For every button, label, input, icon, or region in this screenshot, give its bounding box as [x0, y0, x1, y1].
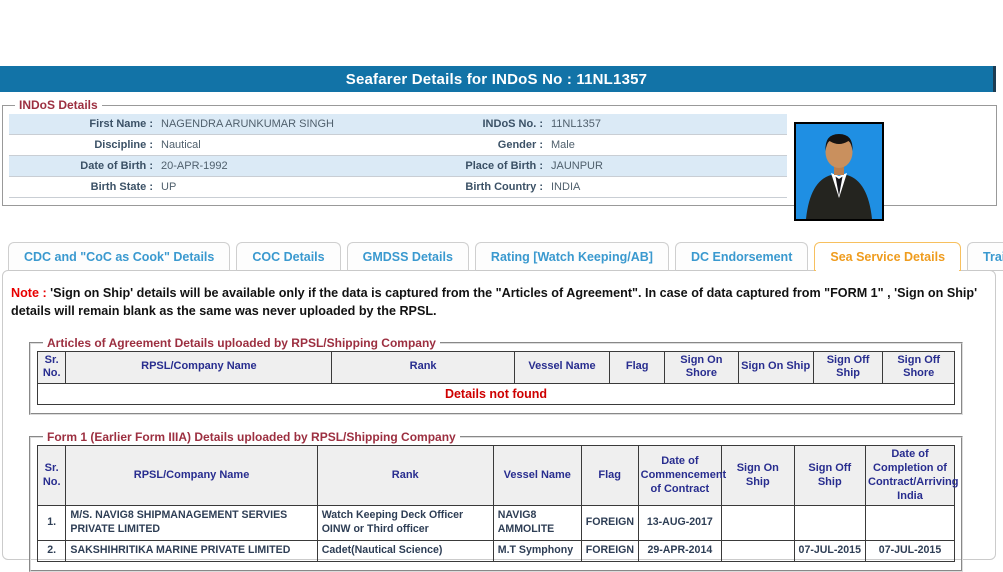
- table-header-cell: Date of Completion of Contract/Arriving …: [865, 445, 958, 507]
- table-cell: [721, 539, 795, 562]
- table-header-cell: Rank: [316, 445, 494, 507]
- detail-label: INDoS No. :: [482, 117, 544, 130]
- detail-value: 20-APR-1992: [161, 159, 228, 172]
- title-bar: Seafarer Details for INDoS No : 11NL1357: [0, 66, 996, 92]
- form1-fieldset: Form 1 (Earlier Form IIIA) Details uploa…: [29, 430, 963, 572]
- detail-row: Birth State : UP Birth Country : INDIA: [9, 177, 787, 198]
- tab-training-details[interactable]: Training Details: [967, 242, 1003, 271]
- tab-cdc-and-coc-as-cook-details[interactable]: CDC and "CoC as Cook" Details: [8, 242, 231, 271]
- indos-details-fieldset: INDoS Details First Name : NAGENDRA ARUNK…: [2, 98, 997, 221]
- seafarer-photo: [794, 122, 884, 221]
- note-text: 'Sign on Ship' details will be available…: [11, 286, 978, 319]
- indos-details-legend: INDoS Details: [19, 98, 98, 112]
- table-header-cell: Sign On Ship: [737, 350, 814, 384]
- table-header-cell: Sign Off Ship: [793, 445, 867, 507]
- table-header-cell: RPSL/Company Name: [65, 350, 333, 384]
- detail-label: First Name :: [89, 117, 153, 130]
- table-header-cell: Sign On Ship: [721, 445, 795, 507]
- table-cell: 07-JUL-2015: [865, 539, 955, 562]
- detail-row: First Name : NAGENDRA ARUNKUMAR SINGH INDo…: [9, 114, 787, 135]
- detail-label: Birth State :: [90, 180, 153, 193]
- table-cell: 29-APR-2014: [637, 539, 723, 562]
- table-header-cell: Sr. No.: [36, 445, 67, 507]
- table-header-cell: Flag: [580, 445, 639, 507]
- table-cell: 13-AUG-2017: [637, 505, 723, 541]
- table-cell: [793, 505, 867, 541]
- table-header-row: Sr. No. RPSL/Company Name Rank Vessel Name F…: [36, 350, 955, 384]
- detail-label: Date of Birth :: [80, 159, 153, 172]
- table-cell: [865, 505, 955, 541]
- tab-bar: CDC and "CoC as Cook" Details COC Details…: [8, 242, 1003, 272]
- articles-of-agreement-table: Sr. No. RPSL/Company Name Rank Vessel Name F…: [36, 350, 955, 406]
- detail-row: Date of Birth : 20-APR-1992 Place of Birth…: [9, 156, 787, 177]
- tab-gmdss-details[interactable]: GMDSS Details: [346, 242, 469, 271]
- table-header-cell: Vessel Name: [513, 350, 611, 384]
- detail-label: Discipline :: [94, 138, 153, 151]
- detail-label: Gender :: [497, 138, 543, 151]
- tab-dc-endorsement[interactable]: DC Endorsement: [674, 242, 809, 271]
- detail-label: Place of Birth :: [465, 159, 543, 172]
- table-cell: SAKSHIHRITIKA MARINE PRIVATE LIMITED: [65, 539, 318, 562]
- form1-legend: Form 1 (Earlier Form IIIA) Details uploa…: [47, 430, 456, 445]
- table-header-cell: Flag: [609, 350, 666, 384]
- table-header-cell: Sign Off Ship: [812, 350, 884, 384]
- detail-value: JAUNPUR: [551, 159, 603, 172]
- table-cell: FOREIGN: [580, 505, 639, 541]
- table-cell: Watch Keeping Deck Officer OINW or Third…: [316, 505, 494, 541]
- table-cell: FOREIGN: [580, 539, 639, 562]
- table-header-cell: Rank: [331, 350, 515, 384]
- detail-value: INDIA: [551, 180, 581, 193]
- detail-value: Nautical: [161, 138, 201, 151]
- table-header-row: Sr. No. RPSL/Company Name Rank Vessel Name F…: [36, 445, 958, 507]
- table-header-cell: Sr. No.: [36, 350, 67, 384]
- table-header-cell: Vessel Name: [492, 445, 582, 507]
- table-header-cell: Sign On Shore: [664, 350, 739, 384]
- tab-coc-details[interactable]: COC Details: [236, 242, 341, 271]
- table-cell: 1.: [36, 505, 67, 541]
- detail-value: Male: [551, 138, 575, 151]
- detail-row: Discipline : Nautical Gender : Male: [9, 135, 787, 156]
- table-row: 2. SAKSHIHRITIKA MARINE PRIVATE LIMITED Ca…: [36, 539, 955, 562]
- tab-sea-service-details[interactable]: Sea Service Details: [814, 242, 962, 272]
- articles-of-agreement-fieldset: Articles of Agreement Details uploaded b…: [29, 335, 963, 416]
- person-portrait-icon: [796, 124, 882, 219]
- table-cell: NAVIG8 AMMOLITE: [492, 505, 582, 541]
- articles-legend: Articles of Agreement Details uploaded b…: [47, 335, 436, 350]
- indos-details-grid: First Name : NAGENDRA ARUNKUMAR SINGH INDo…: [9, 114, 787, 198]
- detail-value: UP: [161, 180, 177, 193]
- table-cell: M.T Symphony: [492, 539, 582, 562]
- table-header-cell: Sign Off Shore: [882, 350, 955, 384]
- top-whitespace: [0, 0, 1003, 66]
- page-title: Seafarer Details for INDoS No : 11NL1357: [345, 70, 648, 88]
- note-label: Note :: [11, 286, 47, 300]
- detail-label: Birth Country :: [465, 180, 543, 193]
- detail-value: NAGENDRA ARUNKUMAR SINGH: [161, 117, 334, 130]
- table-cell: 2.: [36, 539, 67, 562]
- table-cell: Cadet(Nautical Science): [316, 539, 494, 562]
- table-header-cell: Date of Commencement of Contract: [637, 445, 726, 507]
- table-empty-cell: Details not found: [37, 382, 955, 406]
- table-header-cell: RPSL/Company Name: [65, 445, 318, 507]
- table-empty-row: Details not found: [37, 382, 955, 406]
- note: Note : 'Sign on Ship' details will be av…: [11, 284, 987, 321]
- form1-table: Sr. No. RPSL/Company Name Rank Vessel Name F…: [36, 445, 958, 562]
- tab-rating-watch-keeping-ab[interactable]: Rating [Watch Keeping/AB]: [474, 242, 669, 271]
- tab-panel: Note : 'Sign on Ship' details will be av…: [2, 270, 996, 572]
- table-row: 1. M/S. NAVIG8 SHIPMANAGEMENT SERVIES PRI…: [36, 505, 955, 541]
- table-cell: M/S. NAVIG8 SHIPMANAGEMENT SERVIES PRIVA…: [65, 505, 318, 541]
- table-cell: 07-JUL-2015: [793, 539, 867, 562]
- detail-value: 11NL1357: [551, 117, 601, 130]
- table-cell: [721, 505, 795, 541]
